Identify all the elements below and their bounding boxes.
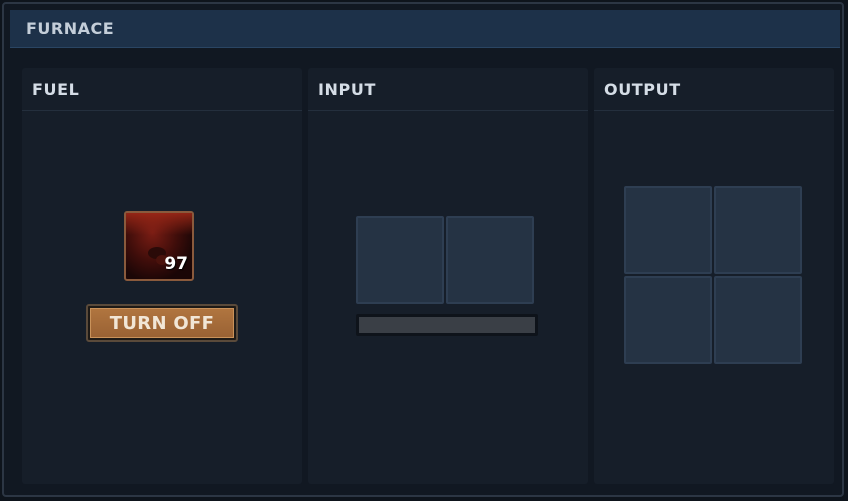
window-titlebar: FURNACE <box>10 10 840 48</box>
output-slot-1[interactable] <box>624 186 712 274</box>
fuel-panel-header: FUEL <box>22 68 302 111</box>
window-title: FURNACE <box>26 19 115 38</box>
output-panel-label: OUTPUT <box>604 80 681 99</box>
output-slot-2[interactable] <box>714 186 802 274</box>
turn-off-button[interactable]: TURN OFF <box>86 304 238 342</box>
fuel-panel: FUEL 97 TURN OFF <box>22 68 302 484</box>
output-panel: OUTPUT <box>594 68 834 484</box>
input-panel-label: INPUT <box>318 80 376 99</box>
fuel-slot[interactable]: 97 <box>124 211 194 281</box>
fuel-panel-label: FUEL <box>32 80 80 99</box>
furnace-window: FURNACE FUEL 97 TURN OFF INPUT OUTPUT <box>2 2 844 497</box>
input-slot-2[interactable] <box>446 216 534 304</box>
input-slot-1[interactable] <box>356 216 444 304</box>
output-slot-4[interactable] <box>714 276 802 364</box>
burning-fuel-icon <box>126 213 192 235</box>
output-panel-header: OUTPUT <box>594 68 834 111</box>
smelt-progress-bar <box>356 314 538 336</box>
input-panel-header: INPUT <box>308 68 588 111</box>
fuel-count: 97 <box>164 254 188 274</box>
input-panel: INPUT <box>308 68 588 484</box>
output-slot-3[interactable] <box>624 276 712 364</box>
turn-off-button-label: TURN OFF <box>90 308 234 338</box>
